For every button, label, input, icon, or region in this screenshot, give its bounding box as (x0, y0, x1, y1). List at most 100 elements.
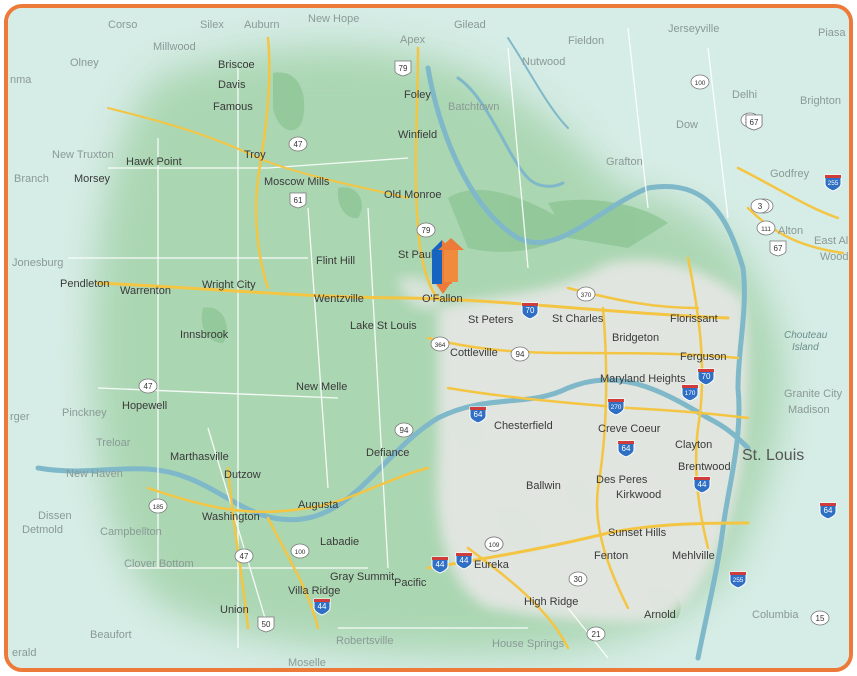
map-frame: Corso Silex Auburn New Hope Gilead Jerse… (4, 4, 853, 672)
city-label: Piasa (818, 27, 846, 39)
city-label: Des Peres (596, 474, 648, 486)
city-label: Brighton (800, 95, 841, 107)
highway-shield-icon: 15 (810, 610, 830, 626)
highway-shield-icon: 79 (394, 60, 412, 77)
highway-shield-number: 47 (240, 552, 249, 561)
highway-shield-number: 30 (574, 575, 583, 584)
city-label: Ferguson (680, 351, 726, 363)
city-label: Grafton (606, 156, 643, 168)
highway-shield-icon: 255 (729, 571, 747, 589)
city-label: Detmold (22, 524, 63, 536)
city-label: Lake St Louis (350, 320, 417, 332)
city-label: Ballwin (526, 480, 561, 492)
highway-shield-number: 100 (695, 80, 706, 87)
city-label: Batchtown (448, 101, 499, 113)
city-label: Moselle (288, 657, 326, 668)
city-label: Maryland Heights (600, 373, 686, 385)
city-label: New Truxton (52, 149, 114, 161)
city-label: Warrenton (120, 285, 171, 297)
city-label: Jonesburg (12, 257, 63, 269)
highway-shield-number: 255 (733, 577, 744, 584)
city-label: Davis (218, 79, 246, 91)
highway-shield-icon: 64 (819, 502, 837, 520)
highway-shield-number: 70 (526, 306, 535, 315)
city-label: Augusta (298, 499, 339, 511)
city-label: Sunset Hills (608, 527, 667, 539)
city-label: New Haven (66, 468, 123, 480)
city-label: Nutwood (522, 56, 565, 68)
highway-shield-number: 47 (144, 382, 153, 391)
city-label: Campbellton (100, 526, 162, 538)
city-label: Fenton (594, 550, 628, 562)
highway-shield-number: 15 (816, 614, 825, 623)
highway-shield-icon: 44 (693, 476, 711, 494)
highway-shield-icon: 111 (756, 220, 776, 236)
highway-shield-icon: 94 (510, 346, 530, 362)
city-label: Hopewell (122, 400, 167, 412)
city-label: Gray Summit (330, 571, 394, 583)
highway-shield-icon: 50 (257, 616, 275, 633)
highway-shield-number: 170 (685, 390, 696, 397)
city-label: Beaufort (90, 629, 132, 641)
highway-shield-icon: 255 (824, 174, 842, 192)
highway-shield-icon: 70 (521, 302, 539, 320)
city-label: St Charles (552, 313, 604, 325)
highway-shield-icon: 44 (313, 598, 331, 616)
city-label: Chesterfield (494, 420, 553, 432)
city-label: Jerseyville (668, 23, 719, 35)
highway-shield-icon: 70 (697, 368, 715, 386)
highway-shield-icon: 185 (148, 498, 168, 514)
highway-shield-number: 64 (622, 444, 631, 453)
highway-shield-icon: 47 (138, 378, 158, 394)
city-label: St Paul (398, 249, 433, 261)
highway-shield-number: 94 (516, 350, 525, 359)
city-label: erald (12, 647, 36, 659)
city-label: Eureka (474, 559, 510, 571)
highway-shield-icon: 109 (484, 536, 504, 552)
highway-shield-number: 100 (295, 549, 306, 556)
city-label: Millwood (153, 41, 196, 53)
highway-shield-number: 44 (318, 602, 327, 611)
highway-shield-icon: 100 (690, 74, 710, 90)
city-label: Union (220, 604, 249, 616)
highway-shield-number: 270 (611, 404, 622, 411)
highway-shield-icon: 64 (617, 440, 635, 458)
city-label: rger (10, 411, 30, 423)
city-label: Mehlville (672, 550, 715, 562)
city-label: Wright City (202, 279, 256, 291)
highway-shield-number: 21 (592, 630, 601, 639)
city-label: Treloar (96, 437, 131, 449)
city-label: Bridgeton (612, 332, 659, 344)
highway-shield-number: 44 (460, 556, 469, 565)
highway-shield-number: 70 (702, 372, 711, 381)
city-label: Winfield (398, 129, 437, 141)
highway-shield-number: 44 (698, 480, 707, 489)
city-label: Defiance (366, 447, 409, 459)
highway-shield-number: 255 (828, 180, 839, 187)
city-label: Madison (788, 404, 830, 416)
city-label: Silex (200, 19, 224, 31)
highway-shield-icon: 170 (681, 384, 699, 402)
city-label: Innsbrook (180, 329, 229, 341)
city-label: New Melle (296, 381, 347, 393)
highway-shield-icon: 44 (431, 556, 449, 574)
highway-shield-number: 47 (294, 140, 303, 149)
highway-shield-icon: 67 (745, 114, 763, 131)
city-label: Branch (14, 173, 49, 185)
city-label: Pacific (394, 577, 427, 589)
highway-shield-icon: 21 (586, 626, 606, 642)
city-label: Troy (244, 149, 266, 161)
highway-shield-icon: 3 (750, 198, 770, 214)
service-area-map[interactable]: Corso Silex Auburn New Hope Gilead Jerse… (8, 8, 849, 668)
city-label: Robertsville (336, 635, 393, 647)
highway-shield-number: 111 (761, 226, 771, 233)
city-label: Cottleville (450, 347, 498, 359)
city-label: Flint Hill (316, 255, 355, 267)
city-label: Famous (213, 101, 253, 113)
city-label: Wentzville (314, 293, 364, 305)
highway-shield-number: 364 (435, 342, 446, 349)
city-label: Briscoe (218, 59, 255, 71)
highway-shield-number: 61 (294, 196, 303, 205)
city-label: Brentwood (678, 461, 731, 473)
city-label: House Springs (492, 638, 565, 650)
